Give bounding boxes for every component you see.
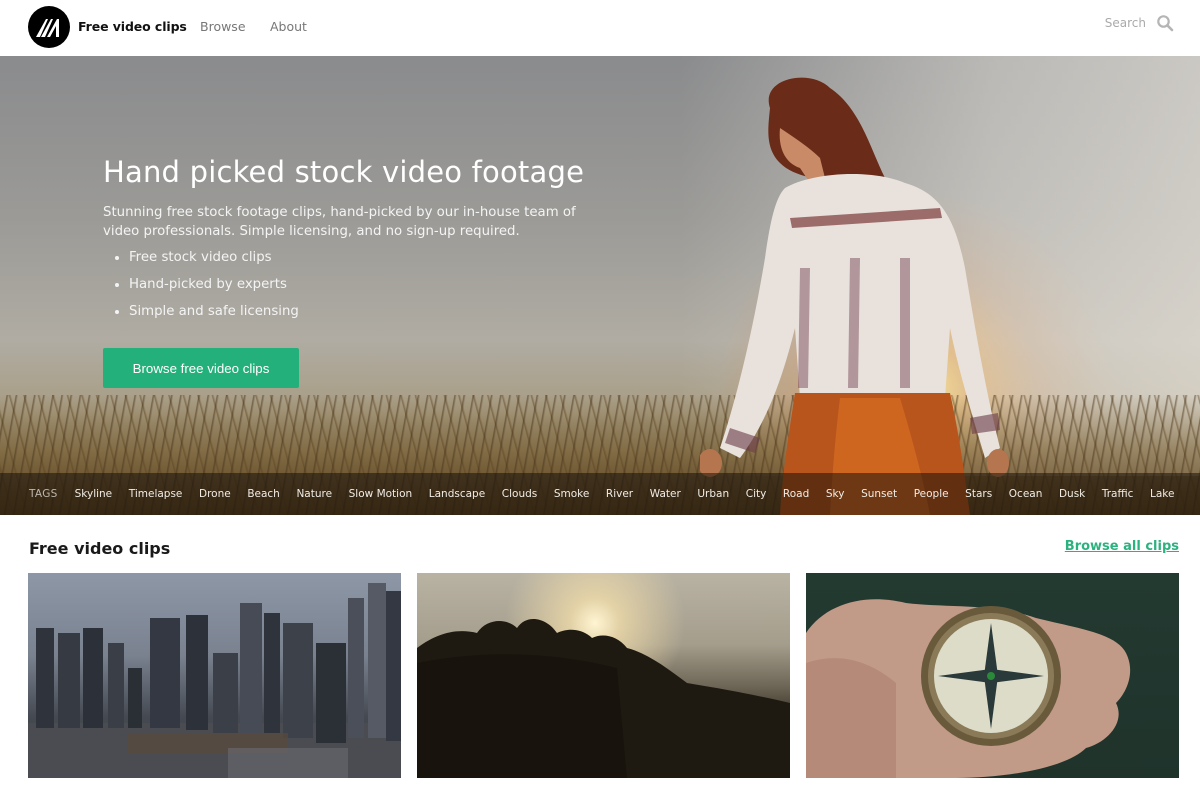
tag-ocean[interactable]: Ocean bbox=[1009, 488, 1043, 500]
tag-lake[interactable]: Lake bbox=[1150, 488, 1174, 500]
tags-bar: TAGS Skyline Timelapse Drone Beach Natur… bbox=[0, 473, 1200, 515]
site-header: Free video clips Browse About bbox=[0, 0, 1200, 56]
tag-urban[interactable]: Urban bbox=[697, 488, 729, 500]
browse-all-clips-link[interactable]: Browse all clips bbox=[1065, 539, 1179, 554]
tag-slow-motion[interactable]: Slow Motion bbox=[349, 488, 413, 500]
tag-clouds[interactable]: Clouds bbox=[502, 488, 537, 500]
tag-beach[interactable]: Beach bbox=[247, 488, 280, 500]
browse-free-clips-button[interactable]: Browse free video clips bbox=[103, 348, 299, 388]
m-logo-icon bbox=[36, 19, 59, 37]
logo-link[interactable] bbox=[28, 6, 70, 48]
forest-sunrise-image bbox=[417, 618, 790, 778]
hero-description: Stunning free stock footage clips, hand-… bbox=[103, 205, 576, 239]
section-title: Free video clips bbox=[29, 539, 171, 558]
tag-smoke[interactable]: Smoke bbox=[554, 488, 589, 500]
tag-stars[interactable]: Stars bbox=[965, 488, 992, 500]
skyline-image bbox=[28, 583, 401, 778]
tag-people[interactable]: People bbox=[914, 488, 949, 500]
tag-river[interactable]: River bbox=[606, 488, 633, 500]
clip-thumbnail-skyline[interactable] bbox=[28, 573, 401, 778]
compass-image bbox=[806, 599, 1131, 778]
search-icon[interactable] bbox=[1156, 14, 1174, 32]
nav-browse[interactable]: Browse bbox=[200, 19, 246, 34]
tag-water[interactable]: Water bbox=[650, 488, 681, 500]
clip-thumbnail-compass[interactable] bbox=[806, 573, 1179, 778]
nav-about[interactable]: About bbox=[270, 19, 307, 34]
hero-features-list: Free stock video clips Hand-picked by ex… bbox=[113, 249, 299, 330]
tag-landscape[interactable]: Landscape bbox=[429, 488, 485, 500]
hero-feature-item: Hand-picked by experts bbox=[113, 276, 299, 303]
hero-feature-item: Free stock video clips bbox=[113, 249, 299, 276]
clip-thumbnail-forest-sunrise[interactable] bbox=[417, 573, 790, 778]
tag-road[interactable]: Road bbox=[783, 488, 809, 500]
tag-timelapse[interactable]: Timelapse bbox=[129, 488, 183, 500]
tag-sunset[interactable]: Sunset bbox=[861, 488, 897, 500]
tag-sky[interactable]: Sky bbox=[826, 488, 845, 500]
tags-label: TAGS bbox=[29, 488, 58, 500]
search-box bbox=[1086, 14, 1174, 32]
tag-dusk[interactable]: Dusk bbox=[1059, 488, 1085, 500]
search-input[interactable] bbox=[1086, 16, 1146, 30]
tag-drone[interactable]: Drone bbox=[199, 488, 231, 500]
tag-nature[interactable]: Nature bbox=[296, 488, 332, 500]
hero-title: Hand picked stock video footage bbox=[103, 155, 585, 189]
hero-feature-item: Simple and safe licensing bbox=[113, 303, 299, 330]
tag-city[interactable]: City bbox=[746, 488, 767, 500]
hero-banner: Hand picked stock video footage Stunning… bbox=[0, 56, 1200, 515]
hero-woman-image bbox=[700, 77, 1009, 515]
tag-traffic[interactable]: Traffic bbox=[1102, 488, 1134, 500]
brand-name[interactable]: Free video clips bbox=[78, 19, 187, 34]
tag-skyline[interactable]: Skyline bbox=[75, 488, 113, 500]
